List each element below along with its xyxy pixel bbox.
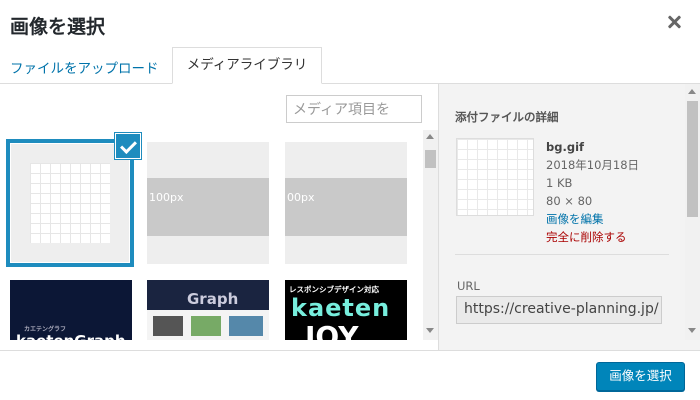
scroll-thumb[interactable] [425,150,436,168]
url-label: URL [457,279,480,293]
attachments-grid: 100px 00px カエテングラフ kaetenGraph Graph レスポ… [0,130,422,340]
scroll-thumb[interactable] [687,101,698,217]
band-label: 100px [149,191,184,204]
selected-check-icon[interactable] [115,133,141,159]
modal-footer: 画像を選択 [0,350,700,400]
attachment-item[interactable]: レスポンシブデザイン対応 kaeten JOY [285,280,407,340]
modal-title: 画像を選択 [10,16,106,38]
thumb-logo: JOY [305,320,359,340]
file-name: bg.gif [546,140,585,154]
grid-image [30,163,110,243]
select-image-button[interactable]: 画像を選択 [596,362,685,391]
tab-upload[interactable]: ファイルをアップロード [10,57,159,77]
attachment-item[interactable]: 100px [147,142,269,264]
tab-bar: ファイルをアップロード メディアライブラリ [0,46,700,84]
sidebar-scrollbar[interactable] [685,84,700,340]
website-block [153,316,183,336]
details-thumbnail [456,138,534,216]
thumb-logo: kaeten [291,294,391,322]
website-screen [147,310,269,340]
tab-media-library[interactable]: メディアライブラリ [172,47,322,84]
attachment-item[interactable]: Graph [147,280,269,340]
thumb-logo: Graph [187,290,239,308]
delete-permanently-link[interactable]: 完全に削除する [546,228,639,246]
search-input[interactable]: メディア項目を [286,95,422,123]
scroll-down-icon[interactable] [688,328,696,333]
gray-band: 00px [285,178,407,236]
details-heading: 添付ファイルの詳細 [455,110,559,124]
band-label: 00px [287,191,315,204]
edit-image-link[interactable]: 画像を編集 [546,210,639,228]
attachment-details-sidebar: 添付ファイルの詳細 bg.gif 2018年10月18日 1 KB 80 × 8… [438,84,700,350]
file-size: 1 KB [546,176,573,190]
dimensions: 80 × 80 [546,194,593,208]
attachment-item[interactable]: 00px [285,142,407,264]
thumb-logo: kaetenGraph [16,332,126,340]
details-divider [455,254,669,255]
details-info: bg.gif 2018年10月18日 1 KB 80 × 80 画像を編集 完全… [546,138,639,246]
grid-scrollbar[interactable] [423,130,438,340]
upload-date: 2018年10月18日 [546,158,640,172]
website-block [229,316,263,336]
website-block [191,316,221,336]
close-icon[interactable] [666,14,682,30]
url-field[interactable]: https://creative-planning.jp/ [456,296,662,324]
gray-band: 100px [147,178,269,236]
scroll-up-icon[interactable] [426,134,434,139]
scroll-up-icon[interactable] [688,89,696,94]
attachment-item[interactable]: カエテングラフ kaetenGraph [10,280,132,340]
scroll-down-icon[interactable] [426,328,434,333]
